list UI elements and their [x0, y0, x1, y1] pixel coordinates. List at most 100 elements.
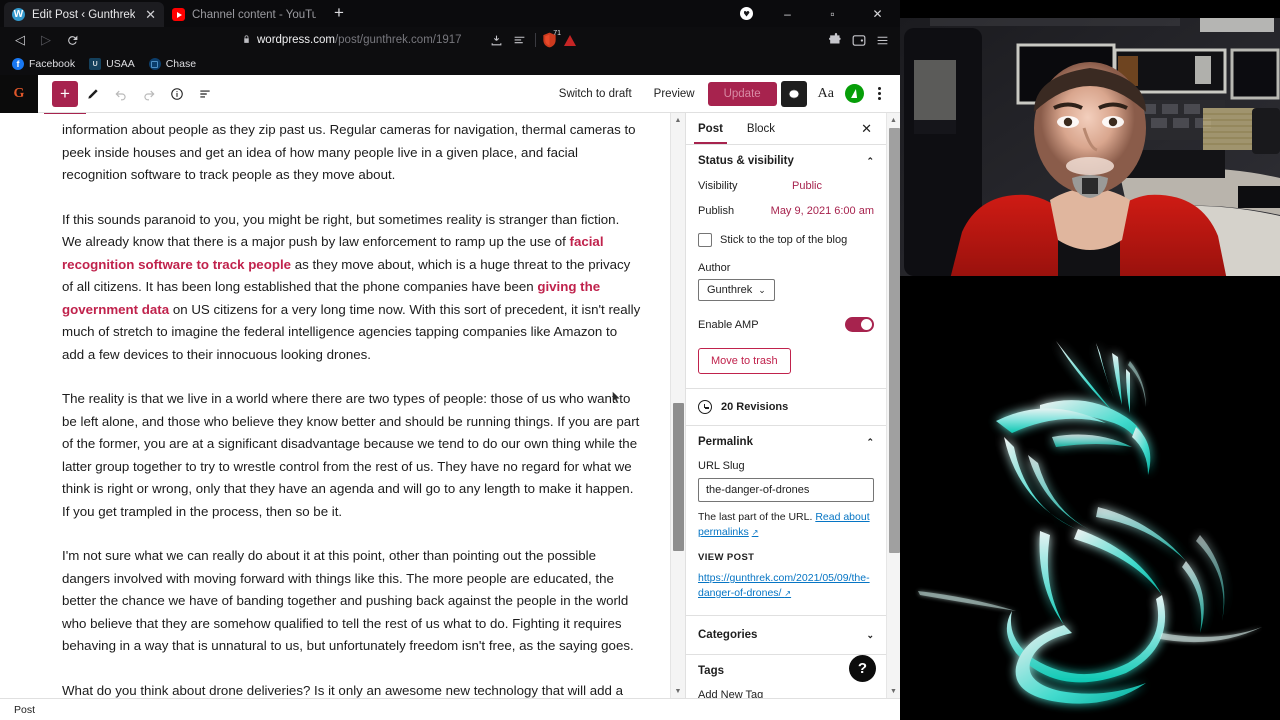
tab-youtube-studio[interactable]: Channel content - YouTube Studio — [164, 2, 324, 27]
switch-to-draft-button[interactable]: Switch to draft — [550, 82, 641, 106]
selected-block-marker — [44, 113, 86, 114]
shield-block-count: 71 — [553, 30, 561, 37]
site-logo-icon[interactable]: G — [0, 74, 38, 113]
address-bar[interactable]: wordpress.com/post/gunthrek.com/1917 — [92, 30, 478, 50]
mouse-cursor — [612, 391, 621, 404]
reading-list-icon[interactable] — [509, 30, 529, 50]
author-select[interactable]: Gunthrek ⌄ — [698, 279, 775, 301]
info-icon[interactable] — [164, 81, 190, 107]
breadcrumb-post[interactable]: Post — [14, 704, 35, 716]
row-visibility: Visibility Public — [698, 180, 874, 192]
pencil-icon[interactable] — [80, 81, 106, 107]
panel-header[interactable]: Tags ⌃ — [698, 665, 874, 677]
paragraph-text: The reality is that we live in a world w… — [62, 391, 640, 519]
extensions-puzzle-icon[interactable] — [826, 30, 846, 50]
lock-icon — [242, 34, 251, 47]
close-icon[interactable]: ✕ — [142, 8, 156, 21]
revisions-row[interactable]: 20 Revisions — [686, 389, 886, 426]
amp-toggle[interactable] — [845, 317, 874, 332]
post-content[interactable]: information about people as they zip pas… — [0, 113, 685, 698]
redo-icon[interactable] — [136, 81, 162, 107]
paragraph-block[interactable]: What do you think about drone deliveries… — [62, 680, 641, 699]
row-sticky[interactable]: Stick to the top of the blog — [698, 233, 874, 247]
window-controls: – ▫ ✕ — [740, 0, 900, 27]
chevron-down-icon: ⌄ — [758, 284, 766, 295]
preview-button[interactable]: Preview — [645, 82, 704, 106]
editor-toolbar-left: + — [38, 80, 218, 107]
chevron-up-icon[interactable]: ⌃ — [866, 437, 874, 448]
maximize-button[interactable]: ▫ — [810, 0, 855, 27]
brave-wallet-icon[interactable] — [849, 30, 869, 50]
tab-edit-post[interactable]: W Edit Post ‹ Gunthrek Media — W… ✕ — [4, 2, 164, 27]
forward-icon[interactable]: ▷ — [34, 29, 58, 51]
panel-title: Categories — [698, 629, 758, 641]
view-post-link[interactable]: https://gunthrek.com/2021/05/09/the-dang… — [698, 571, 874, 601]
move-to-trash-button[interactable]: Move to trash — [698, 348, 791, 374]
hamburger-menu-icon[interactable] — [872, 30, 892, 50]
bookmark-chase[interactable]: Chase — [144, 56, 201, 72]
reload-icon[interactable] — [60, 29, 84, 51]
panel-header[interactable]: Status & visibility ⌃ — [698, 155, 874, 167]
kebab-menu-icon[interactable] — [868, 87, 890, 100]
typography-button[interactable]: Aa — [811, 86, 841, 102]
brave-shields-icon[interactable]: 71 — [542, 30, 561, 48]
permalink-help-text: The last part of the URL. Read about per… — [698, 510, 874, 540]
paragraph-block[interactable]: If this sounds paranoid to you, you migh… — [62, 209, 641, 367]
sticky-checkbox[interactable] — [698, 233, 712, 247]
chevron-down-icon[interactable]: ⌄ — [866, 630, 874, 641]
scroll-up-arrow[interactable]: ▲ — [887, 113, 900, 127]
close-window-button[interactable]: ✕ — [855, 0, 900, 27]
paragraph-block[interactable]: I'm not sure what we can really do about… — [62, 545, 641, 658]
sidebar-content: Post Block ✕ Status & visibility ⌃ Visib… — [686, 113, 886, 698]
close-sidebar-icon[interactable]: ✕ — [861, 121, 872, 137]
browser-window: W Edit Post ‹ Gunthrek Media — W… ✕ Chan… — [0, 0, 900, 720]
update-button[interactable]: Update — [707, 81, 777, 106]
scrollbar-thumb — [889, 128, 900, 553]
add-block-button[interactable]: + — [52, 80, 78, 107]
bookmark-usaa[interactable]: U USAA — [84, 56, 140, 72]
bookmark-label: USAA — [106, 58, 135, 70]
download-icon[interactable] — [486, 30, 506, 50]
editor-body: information about people as they zip pas… — [0, 113, 900, 698]
tab-block[interactable]: Block — [735, 114, 787, 143]
scroll-down-arrow[interactable]: ▼ — [671, 684, 685, 698]
chevron-up-icon[interactable]: ⌃ — [866, 156, 874, 167]
panel-title: Permalink — [698, 436, 753, 448]
scroll-down-arrow[interactable]: ▼ — [887, 684, 900, 698]
brave-rewards-triangle-icon[interactable] — [560, 30, 580, 50]
webcam-feed — [900, 0, 1280, 295]
scroll-up-arrow[interactable]: ▲ — [671, 113, 685, 127]
screen: W Edit Post ‹ Gunthrek Media — W… ✕ Chan… — [0, 0, 1280, 720]
tab-post[interactable]: Post — [686, 114, 735, 144]
sidebar-tabs: Post Block ✕ — [686, 113, 886, 145]
gear-icon[interactable] — [780, 80, 807, 107]
new-tab-button[interactable]: + — [324, 3, 354, 25]
paragraph-text: I'm not sure what we can really do about… — [62, 548, 634, 653]
panel-permalink: Permalink ⌃ URL Slug the-danger-of-drone… — [686, 426, 886, 616]
post-canvas[interactable]: information about people as they zip pas… — [0, 113, 685, 698]
tab-title: Channel content - YouTube Studio — [192, 8, 316, 21]
sidebar-scrollbar[interactable]: ▲ ▼ — [886, 113, 900, 698]
canvas-scrollbar[interactable]: ▲ ▼ — [670, 113, 685, 698]
publish-value[interactable]: May 9, 2021 6:00 am — [771, 205, 874, 217]
help-button[interactable]: ? — [849, 655, 876, 682]
panel-header[interactable]: Permalink ⌃ — [698, 436, 874, 448]
revisions-label: 20 Revisions — [721, 401, 789, 413]
minimize-button[interactable]: – — [765, 0, 810, 27]
list-view-icon[interactable] — [192, 81, 218, 107]
panel-categories[interactable]: Categories ⌄ — [686, 616, 886, 655]
url-slug-input[interactable]: the-danger-of-drones — [698, 478, 874, 502]
visibility-value[interactable]: Public — [792, 180, 822, 192]
undo-icon[interactable] — [108, 81, 134, 107]
external-link-icon: ↗ — [751, 528, 759, 537]
paragraph-block[interactable]: information about people as they zip pas… — [62, 119, 641, 187]
jetpack-icon[interactable] — [845, 84, 864, 103]
bookmark-label: Facebook — [29, 58, 76, 70]
author-label: Author — [698, 262, 731, 274]
paragraph-block[interactable]: The reality is that we live in a world w… — [62, 388, 641, 523]
back-icon[interactable]: ◁ — [8, 29, 32, 51]
bookmark-facebook[interactable]: f Facebook — [7, 56, 80, 72]
paragraph-text: information about people as they zip pas… — [62, 122, 636, 182]
row-publish: Publish May 9, 2021 6:00 am — [698, 205, 874, 217]
brave-rewards-icon[interactable] — [740, 7, 753, 20]
